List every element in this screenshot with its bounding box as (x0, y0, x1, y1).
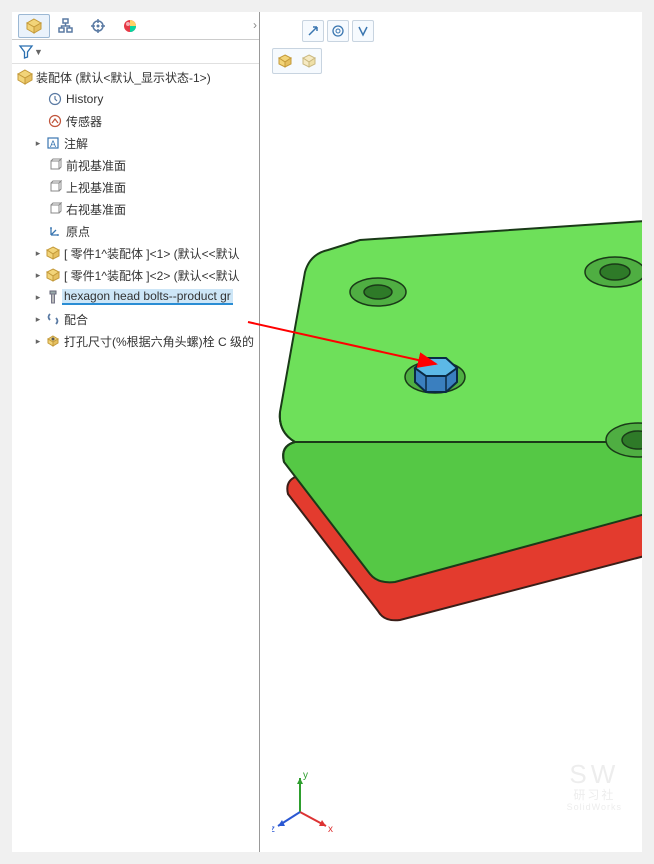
tree-root-label: 装配体 (默认<默认_显示状态-1>) (34, 69, 211, 86)
tree-item-label: 上视基准面 (64, 179, 126, 196)
assembly-display-buttons (272, 48, 322, 74)
tree-item-label: 打孔尺寸(%根据六角头螺)栓 C 级的 (62, 333, 254, 350)
watermark: SW 研习社 SolidWorks (567, 761, 622, 812)
expand-toggle[interactable]: ▸ (32, 314, 44, 325)
tree-item-label: 注解 (62, 135, 88, 152)
hole-top-left[interactable] (350, 278, 406, 306)
cube-pale-icon (301, 53, 317, 69)
expand-toggle[interactable]: ▸ (32, 138, 44, 149)
tree-item-mates[interactable]: ▸ 配合 (12, 308, 259, 330)
tree-item-history[interactable]: History (12, 88, 259, 110)
tree-item-label: 配合 (62, 311, 88, 328)
flyout-arrow-icon (306, 24, 320, 38)
tree-item-label: History (64, 92, 103, 106)
target-button[interactable] (327, 20, 349, 42)
tree-item-right-plane[interactable]: 右视基准面 (12, 198, 259, 220)
appearance-sphere-icon (122, 18, 138, 34)
part-icon (44, 246, 62, 260)
expand-toggle[interactable]: ▸ (32, 270, 44, 281)
tree-item-label: 前视基准面 (64, 157, 126, 174)
tree-item-label: 传感器 (64, 113, 102, 130)
tree-item-hole-series[interactable]: ▸ 打孔尺寸(%根据六角头螺)栓 C 级的 (12, 330, 259, 352)
watermark-line2: 研习社 (567, 789, 622, 801)
cube-gold-icon (277, 53, 293, 69)
hierarchy-icon (58, 18, 74, 34)
part-icon (44, 268, 62, 282)
watermark-line1: SW (569, 759, 619, 789)
annotation-icon: A (44, 136, 62, 150)
axis-triad: y x z (272, 764, 342, 834)
show-all-button[interactable] (274, 50, 296, 72)
display-manager-tab[interactable] (114, 14, 146, 38)
config-manager-tab[interactable] (82, 14, 114, 38)
plane-icon (46, 202, 64, 216)
tree-item-label: 原点 (64, 223, 90, 240)
model-scene (260, 132, 642, 772)
feature-tree: 装配体 (默认<默认_显示状态-1>) History 传感器 ▸ A 注解 前… (12, 64, 259, 354)
svg-text:A: A (50, 139, 56, 149)
tree-item-label: hexagon head bolts--product gr (62, 289, 233, 305)
hole-top-right[interactable] (585, 257, 642, 287)
show-top-button[interactable] (298, 50, 320, 72)
tree-item-front-plane[interactable]: 前视基准面 (12, 154, 259, 176)
panel-collapse-chevron[interactable]: › (253, 18, 257, 32)
bolt-icon (44, 290, 62, 304)
filter-row: ▼ (12, 40, 259, 64)
feature-tree-panel: › ▼ 装配体 (默认<默认_显示状态-1> (12, 12, 260, 852)
plane-icon (46, 180, 64, 194)
tree-item-origin[interactable]: 原点 (12, 220, 259, 242)
tree-item-part1-instance2[interactable]: ▸ [ 零件1^装配体 ]<2> (默认<<默认 (12, 264, 259, 286)
hex-bolt-instance[interactable] (415, 358, 457, 392)
expand-toggle[interactable]: ▸ (32, 248, 44, 259)
sensor-icon (46, 114, 64, 128)
origin-icon (46, 224, 64, 238)
plane-icon (46, 158, 64, 172)
tree-item-label: [ 零件1^装配体 ]<1> (默认<<默认 (62, 245, 240, 262)
caliper-icon (356, 24, 370, 38)
context-toolbar (302, 20, 374, 42)
tree-item-part1-instance1[interactable]: ▸ [ 零件1^装配体 ]<1> (默认<<默认 (12, 242, 259, 264)
svg-text:y: y (303, 770, 308, 781)
filter-dropdown-arrow[interactable]: ▼ (34, 47, 43, 57)
feature-manager-tab[interactable] (18, 14, 50, 38)
tree-item-annotations[interactable]: ▸ A 注解 (12, 132, 259, 154)
tree-item-sensors[interactable]: 传感器 (12, 110, 259, 132)
tree-item-top-plane[interactable]: 上视基准面 (12, 176, 259, 198)
tree-item-hex-bolt[interactable]: ▸ hexagon head bolts--product gr (12, 286, 259, 308)
graphics-viewport[interactable] (260, 12, 642, 852)
svg-text:z: z (272, 824, 275, 834)
cube-icon (26, 18, 42, 34)
part-green-plate[interactable] (280, 220, 642, 582)
measure-button[interactable] (352, 20, 374, 42)
watermark-line3: SolidWorks (567, 803, 622, 812)
app-window: › ▼ 装配体 (默认<默认_显示状态-1> (12, 12, 642, 852)
property-manager-tab[interactable] (50, 14, 82, 38)
crosshair-icon (90, 18, 106, 34)
holeset-icon (44, 334, 62, 348)
flyout-arrow-button[interactable] (302, 20, 324, 42)
history-icon (46, 92, 64, 106)
tree-item-label: 右视基准面 (64, 201, 126, 218)
target-icon (331, 24, 345, 38)
manager-tab-strip (12, 12, 259, 40)
expand-toggle[interactable]: ▸ (32, 292, 44, 303)
svg-text:x: x (328, 824, 333, 834)
mate-icon (44, 312, 62, 326)
assembly-icon (16, 69, 34, 85)
tree-item-label: [ 零件1^装配体 ]<2> (默认<<默认 (62, 267, 240, 284)
tree-root-assembly[interactable]: 装配体 (默认<默认_显示状态-1>) (12, 66, 259, 88)
expand-toggle[interactable]: ▸ (32, 336, 44, 347)
